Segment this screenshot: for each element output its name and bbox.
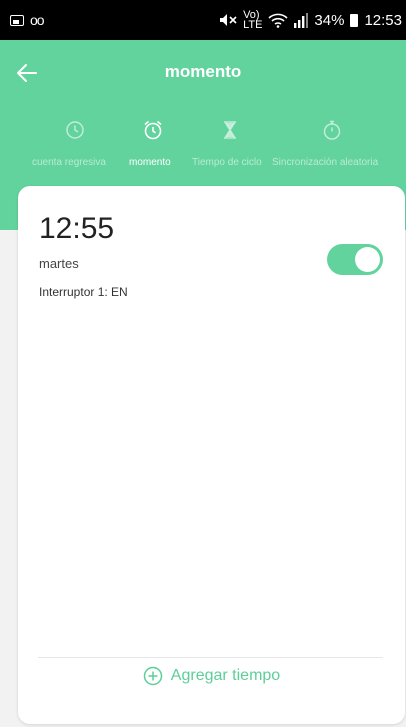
tab-countdown-label: cuenta regresiva	[32, 157, 106, 168]
status-time: 12:53	[364, 11, 402, 29]
tab-bar: cuenta regresiva momento Tiempo de ciclo	[0, 115, 406, 175]
stopwatch-icon	[323, 120, 341, 140]
volte-icon: Vo) LTE	[243, 9, 263, 31]
tab-cycle-time[interactable]: Tiempo de ciclo	[186, 115, 272, 175]
timer-time[interactable]: 12:55	[39, 212, 114, 246]
timer-switch-state: Interruptor 1: EN	[39, 285, 128, 299]
signal-icon	[294, 12, 309, 28]
status-left: oo	[10, 12, 45, 28]
alarm-clock-icon	[144, 120, 162, 140]
voicemail-icon: oo	[30, 12, 45, 28]
image-icon	[10, 14, 24, 26]
hourglass-icon	[224, 121, 236, 139]
tab-countdown[interactable]: cuenta regresiva	[0, 115, 122, 175]
battery-percent: 34%	[314, 11, 345, 29]
status-right: Vo) LTE 34% 12:53	[219, 9, 402, 31]
tab-moment-label: momento	[129, 157, 171, 168]
tab-random-sync[interactable]: Sincronización aleatoria	[272, 115, 394, 175]
clock-icon	[66, 121, 84, 139]
tab-moment[interactable]: momento	[124, 115, 184, 175]
toggle-knob	[355, 247, 380, 272]
timer-card: 12:55 martes Interruptor 1: EN Agregar t…	[18, 186, 405, 724]
status-bar: oo Vo) LTE 34% 12:53	[0, 0, 406, 40]
add-time-label: Agregar tiempo	[170, 667, 281, 684]
page-title: momento	[164, 62, 242, 81]
mute-icon	[220, 14, 237, 26]
add-circle-icon	[143, 666, 163, 686]
timer-enable-toggle[interactable]	[327, 244, 383, 275]
wifi-icon	[268, 13, 288, 28]
battery-icon	[350, 13, 359, 27]
timer-day: martes	[39, 256, 79, 271]
add-time-button[interactable]: Agregar tiempo	[18, 651, 405, 701]
tab-cycle-time-label: Tiempo de ciclo	[192, 157, 262, 168]
tab-random-sync-label: Sincronización aleatoria	[272, 157, 379, 168]
